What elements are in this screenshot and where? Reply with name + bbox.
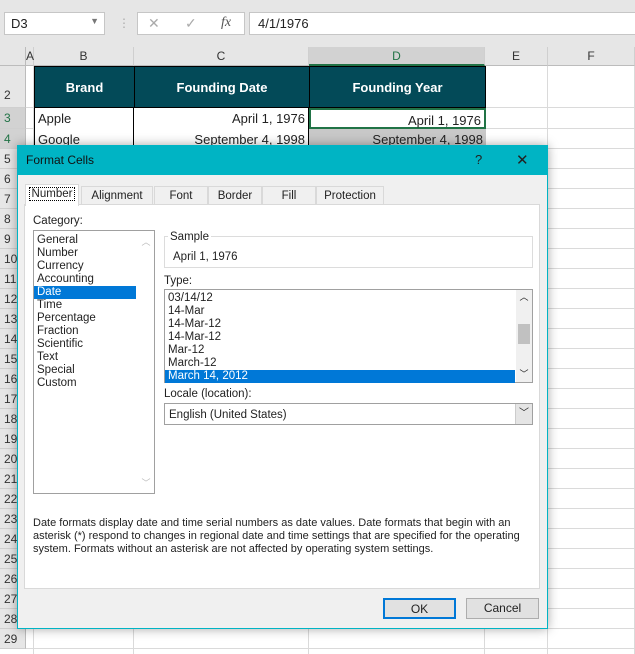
close-button[interactable]: ✕ xyxy=(516,151,529,169)
cell-c3[interactable]: April 1, 1976 xyxy=(134,108,309,129)
row-header-3[interactable]: 3 xyxy=(0,108,26,129)
type-item[interactable]: 14-Mar xyxy=(165,305,515,318)
header-founding-date[interactable]: Founding Date xyxy=(134,66,310,108)
category-item-accounting[interactable]: Accounting xyxy=(34,273,136,286)
tab-border[interactable]: Border xyxy=(208,186,262,205)
column-header-c[interactable]: C xyxy=(134,47,309,66)
category-item-percentage[interactable]: Percentage xyxy=(34,312,136,325)
tab-label: Number xyxy=(28,187,76,201)
formula-input[interactable]: 4/1/1976 xyxy=(249,12,635,35)
type-item[interactable]: March 14, 2012 xyxy=(165,370,515,383)
type-item[interactable]: 14-Mar-12 xyxy=(165,318,515,331)
cell-d3[interactable]: April 1, 1976 xyxy=(309,108,486,129)
category-item-general[interactable]: General xyxy=(34,234,136,247)
type-scrollbar[interactable]: ︿ ﹀ xyxy=(516,290,532,382)
number-tab-panel: Category: General Number Currency Accountin… xyxy=(24,204,540,589)
scroll-up-icon[interactable]: ︿ xyxy=(516,290,532,303)
category-item-scientific[interactable]: Scientific xyxy=(34,338,136,351)
category-item-number[interactable]: Number xyxy=(34,247,136,260)
column-header-e[interactable]: E xyxy=(485,47,548,66)
sample-label: Sample xyxy=(168,231,211,243)
tab-alignment[interactable]: Alignment xyxy=(81,186,153,205)
category-item-currency[interactable]: Currency xyxy=(34,260,136,273)
row-header-29[interactable]: 29 xyxy=(0,629,26,649)
scroll-up-icon[interactable]: ︿ xyxy=(138,235,154,248)
header-brand[interactable]: Brand xyxy=(34,66,135,108)
help-button[interactable]: ? xyxy=(475,152,482,167)
scrollbar[interactable]: ︿ ﹀ xyxy=(138,231,154,493)
dialog-title: Format Cells xyxy=(26,153,95,167)
tab-protection[interactable]: Protection xyxy=(316,186,384,205)
scroll-thumb[interactable] xyxy=(518,324,530,344)
type-item[interactable]: 14-Mar-12 xyxy=(165,331,515,344)
select-all-button[interactable] xyxy=(0,47,26,66)
category-item-custom[interactable]: Custom xyxy=(34,377,136,390)
type-item[interactable]: March-12 xyxy=(165,357,515,370)
type-item[interactable]: Mar-12 xyxy=(165,344,515,357)
name-box-value: D3 xyxy=(11,16,28,31)
cell-b3[interactable]: Apple xyxy=(34,108,134,129)
column-header-a[interactable]: A xyxy=(26,47,34,66)
locale-value: English (United States) xyxy=(169,409,287,421)
column-header-d[interactable]: D xyxy=(309,47,485,66)
type-label: Type: xyxy=(164,275,193,287)
drag-handle-icon: ⋮ xyxy=(118,16,130,30)
dialog-titlebar[interactable]: Format Cells xyxy=(18,146,547,175)
ok-button[interactable]: OK xyxy=(383,598,456,619)
category-item-text[interactable]: Text xyxy=(34,351,136,364)
category-item-fraction[interactable]: Fraction xyxy=(34,325,136,338)
category-item-special[interactable]: Special xyxy=(34,364,136,377)
locale-label: Locale (location): xyxy=(164,388,252,400)
category-item-time[interactable]: Time xyxy=(34,299,136,312)
type-list[interactable]: 03/14/12 14-Mar 14-Mar-12 14-Mar-12 Mar-12 Ma… xyxy=(164,289,533,383)
category-item-date[interactable]: Date xyxy=(34,286,136,299)
cancel-entry-icon[interactable]: ✕ xyxy=(148,15,160,32)
column-header-b[interactable]: B xyxy=(34,47,134,66)
format-cells-dialog: Format Cells ? ✕ Number Alignment Font B… xyxy=(17,145,548,629)
formula-buttons: ✕ ✓ fx xyxy=(137,12,245,35)
sample-value: April 1, 1976 xyxy=(173,251,238,263)
insert-function-icon[interactable]: fx xyxy=(221,15,231,31)
chevron-down-icon[interactable]: ▼ xyxy=(90,16,99,26)
scroll-down-icon[interactable]: ﹀ xyxy=(516,367,532,380)
row-header-2[interactable]: 2 xyxy=(0,66,26,108)
category-label: Category: xyxy=(33,215,83,227)
chevron-down-icon[interactable]: ﹀ xyxy=(515,404,532,424)
type-item[interactable]: 03/14/12 xyxy=(165,292,515,305)
header-founding-year[interactable]: Founding Year xyxy=(309,66,486,108)
locale-select[interactable]: English (United States) ﹀ xyxy=(164,403,533,425)
enter-icon[interactable]: ✓ xyxy=(185,15,197,32)
column-header-f[interactable]: F xyxy=(548,47,635,66)
scroll-down-icon[interactable]: ﹀ xyxy=(138,476,154,489)
tab-number[interactable]: Number xyxy=(25,184,79,206)
cancel-button[interactable]: Cancel xyxy=(466,598,539,619)
tab-fill[interactable]: Fill xyxy=(262,186,316,205)
name-box[interactable]: D3 ▼ xyxy=(4,12,105,35)
category-list[interactable]: General Number Currency Accounting Date Time P… xyxy=(33,230,155,494)
gridline xyxy=(26,648,635,649)
format-description: Date formats display date and time seria… xyxy=(33,517,520,555)
tab-font[interactable]: Font xyxy=(154,186,208,205)
